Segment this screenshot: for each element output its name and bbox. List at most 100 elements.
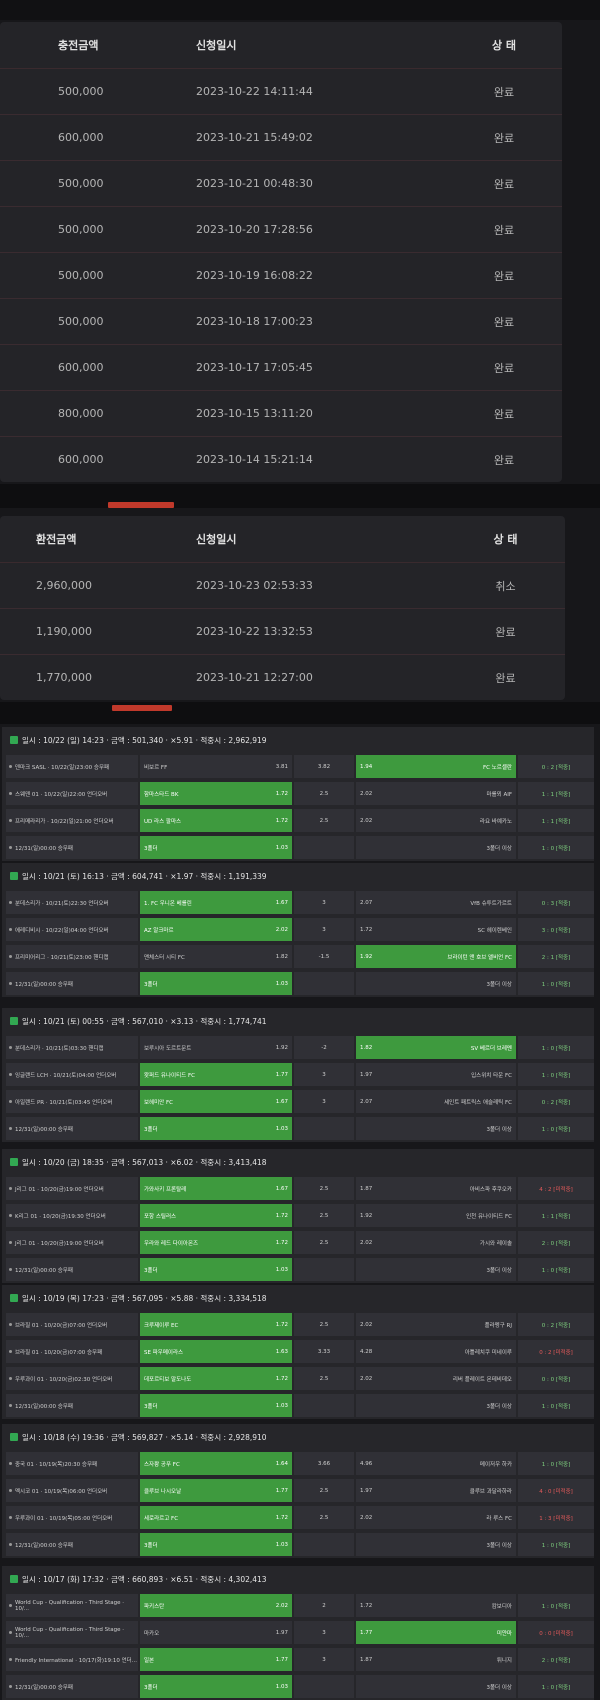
away-pick-cell[interactable]: 3폴더 이상	[356, 1258, 516, 1281]
draw-cell[interactable]	[294, 972, 354, 995]
home-pick-cell[interactable]: 세로라르고 FC 1.72	[140, 1506, 292, 1529]
away-pick-cell[interactable]: 4.96 메이저우 하카	[356, 1452, 516, 1475]
bet-row: 12/31(일)00:00 승무패 3폴더 1.03 3폴더 이상 1 : 0 [적중]	[6, 970, 594, 997]
draw-cell[interactable]: 2.5	[294, 782, 354, 805]
away-pick-cell[interactable]: 2.07 세인트 패트릭스 애슬레틱 FC	[356, 1090, 516, 1113]
away-pick-cell[interactable]: 1.77 미얀마	[356, 1621, 516, 1644]
home-pick-cell[interactable]: 크루제이루 EC 1.72	[140, 1313, 292, 1336]
draw-cell[interactable]: 2.5	[294, 1506, 354, 1529]
draw-cell[interactable]	[294, 836, 354, 859]
home-pick-cell[interactable]: 1. FC 우니온 베를린 1.67	[140, 891, 292, 914]
draw-cell[interactable]: 3.82	[294, 755, 354, 778]
away-pick-cell[interactable]: 1.94 FC 노르셸란	[356, 755, 516, 778]
away-pick-cell[interactable]: 1.97 입스위치 타운 FC	[356, 1063, 516, 1086]
bet-row: 12/31(일)00:00 승무패 3폴더 1.03 3폴더 이상 1 : 0 [적중]	[6, 1392, 594, 1419]
away-odds: 1.92	[360, 953, 373, 960]
checkbox-icon[interactable]	[10, 736, 18, 744]
away-pick-cell[interactable]: 2.07 VfB 슈투트가르트	[356, 891, 516, 914]
draw-cell[interactable]: 3	[294, 918, 354, 941]
away-team: 3폴더 이상	[486, 981, 513, 988]
away-pick-cell[interactable]: 1.97 클루브 과달라하라	[356, 1479, 516, 1502]
draw-cell[interactable]: -1.5	[294, 945, 354, 968]
away-pick-cell[interactable]: 2.02 마를뫼 AIF	[356, 782, 516, 805]
draw-cell[interactable]: 2.5	[294, 1367, 354, 1390]
home-pick-cell[interactable]: 3폴더 1.03	[140, 1394, 292, 1417]
away-pick-cell[interactable]: 3폴더 이상	[356, 1394, 516, 1417]
home-pick-cell[interactable]: 보루시아 도르트문트 1.92	[140, 1036, 292, 1059]
home-pick-cell[interactable]: 포항 스틸러스 1.72	[140, 1204, 292, 1227]
home-pick-cell[interactable]: 3폴더 1.03	[140, 1533, 292, 1556]
draw-cell[interactable]: 2.5	[294, 1177, 354, 1200]
home-pick-cell[interactable]: 우라와 레드 다이아몬즈 1.72	[140, 1231, 292, 1254]
away-pick-cell[interactable]: 3폴더 이상	[356, 836, 516, 859]
draw-cell[interactable]: 3	[294, 1648, 354, 1671]
home-pick-cell[interactable]: 데포르티보 말도나도 1.72	[140, 1367, 292, 1390]
league-text: 브라질 01 · 10/20(금)07:00 언더오버	[15, 1322, 108, 1329]
home-pick-cell[interactable]: SE 파우메이라스 1.63	[140, 1340, 292, 1363]
away-pick-cell[interactable]: 1.72 SC 헤이렌베인	[356, 918, 516, 941]
draw-cell[interactable]	[294, 1117, 354, 1140]
away-pick-cell[interactable]: 4.28 아틀레치쿠 미네이루	[356, 1340, 516, 1363]
home-pick-cell[interactable]: 3폴더 1.03	[140, 972, 292, 995]
home-pick-cell[interactable]: 스자좡 공푸 FC 1.64	[140, 1452, 292, 1475]
home-team: 보헤미안 FC	[144, 1099, 173, 1106]
checkbox-icon[interactable]	[10, 1575, 18, 1583]
home-pick-cell[interactable]: 마카오 1.97	[140, 1621, 292, 1644]
away-pick-cell[interactable]: 2.02 라요 바예카노	[356, 809, 516, 832]
section-divider	[0, 484, 600, 508]
draw-cell[interactable]	[294, 1394, 354, 1417]
away-pick-cell[interactable]: 2.02 플라멩구 RJ	[356, 1313, 516, 1336]
draw-cell[interactable]: 3	[294, 1621, 354, 1644]
home-pick-cell[interactable]: 가와사키 프론탈레 1.67	[140, 1177, 292, 1200]
home-pick-cell[interactable]: 보헤미안 FC 1.67	[140, 1090, 292, 1113]
draw-cell[interactable]: 3.33	[294, 1340, 354, 1363]
away-pick-cell[interactable]: 2.02 가시와 레이솔	[356, 1231, 516, 1254]
away-pick-cell[interactable]: 1.72 캄보디아	[356, 1594, 516, 1617]
slip-title: 일시 : 10/18 (수) 19:36 · 금액 : 569,827 · ×5…	[2, 1424, 594, 1450]
draw-cell[interactable]	[294, 1533, 354, 1556]
draw-cell[interactable]: 2.5	[294, 1231, 354, 1254]
draw-cell[interactable]: 2.5	[294, 1204, 354, 1227]
checkbox-icon[interactable]	[10, 1017, 18, 1025]
draw-cell[interactable]: 2.5	[294, 1313, 354, 1336]
checkbox-icon[interactable]	[10, 1158, 18, 1166]
home-pick-cell[interactable]: AZ 알크마르 2.02	[140, 918, 292, 941]
home-pick-cell[interactable]: UD 라스 팔마스 1.72	[140, 809, 292, 832]
away-team: SC 헤이렌베인	[477, 927, 512, 934]
league-text: 12/31(일)00:00 승무패	[15, 1267, 73, 1274]
checkbox-icon[interactable]	[10, 1433, 18, 1441]
draw-cell[interactable]: 2.5	[294, 1479, 354, 1502]
away-pick-cell[interactable]: 3폴더 이상	[356, 1117, 516, 1140]
home-pick-cell[interactable]: 비보르 FF 3.81	[140, 755, 292, 778]
away-pick-cell[interactable]: 3폴더 이상	[356, 1533, 516, 1556]
home-pick-cell[interactable]: 맨체스터 시티 FC 1.82	[140, 945, 292, 968]
home-pick-cell[interactable]: 3폴더 1.03	[140, 836, 292, 859]
league-cell: 아일랜드 PR · 10/21(토)03:45 언더오버	[6, 1090, 138, 1113]
away-pick-cell[interactable]: 2.02 리버 플레이트 몬테비데오	[356, 1367, 516, 1390]
home-pick-cell[interactable]: 3폴더 1.03	[140, 1258, 292, 1281]
home-pick-cell[interactable]: 클루브 나시오날 1.77	[140, 1479, 292, 1502]
draw-cell[interactable]: -2	[294, 1036, 354, 1059]
away-pick-cell[interactable]: 1.87 튀니지	[356, 1648, 516, 1671]
away-pick-cell[interactable]: 2.02 라 루스 FC	[356, 1506, 516, 1529]
home-pick-cell[interactable]: 왓퍼드 유나이티드 FC 1.77	[140, 1063, 292, 1086]
home-pick-cell[interactable]: 3폴더 1.03	[140, 1117, 292, 1140]
away-pick-cell[interactable]: 1.87 아비스파 후쿠오카	[356, 1177, 516, 1200]
draw-cell[interactable]	[294, 1258, 354, 1281]
home-pick-cell[interactable]: 일본 1.77	[140, 1648, 292, 1671]
draw-cell[interactable]: 3	[294, 1063, 354, 1086]
draw-cell[interactable]: 3	[294, 1090, 354, 1113]
home-pick-cell[interactable]: 함마스타드 BK 1.72	[140, 782, 292, 805]
status-dot-icon	[9, 792, 12, 795]
away-pick-cell[interactable]: 1.92 인천 유나이티드 FC	[356, 1204, 516, 1227]
draw-cell[interactable]: 2.5	[294, 809, 354, 832]
away-pick-cell[interactable]: 3폴더 이상	[356, 972, 516, 995]
home-pick-cell[interactable]: 파키스탄 2.02	[140, 1594, 292, 1617]
draw-cell[interactable]: 2	[294, 1594, 354, 1617]
checkbox-icon[interactable]	[10, 872, 18, 880]
checkbox-icon[interactable]	[10, 1294, 18, 1302]
draw-cell[interactable]: 3.66	[294, 1452, 354, 1475]
draw-cell[interactable]: 3	[294, 891, 354, 914]
away-pick-cell[interactable]: 1.82 SV 베르더 브레멘	[356, 1036, 516, 1059]
away-pick-cell[interactable]: 1.92 브라이턴 앤 호브 앨비언 FC	[356, 945, 516, 968]
